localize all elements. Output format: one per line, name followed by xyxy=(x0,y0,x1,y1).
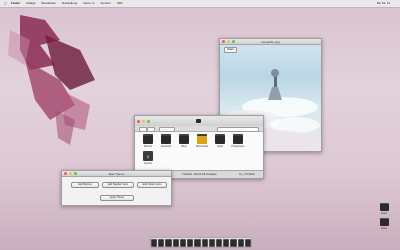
dock-app-icon[interactable] xyxy=(237,238,244,247)
dialog-title: Mac Theme xyxy=(108,171,125,176)
desktop-drive-2[interactable]: Icons xyxy=(377,218,391,230)
menu-hilfe[interactable]: Hilfe xyxy=(117,0,123,7)
wallpaper-art xyxy=(8,15,95,145)
drive-icon xyxy=(379,203,389,211)
desktop-drive-1[interactable]: Icons xyxy=(377,203,391,215)
dock-app-icon[interactable] xyxy=(165,238,172,247)
menu-ablage[interactable]: Ablage xyxy=(26,0,35,7)
folder-applications-icon xyxy=(233,134,243,144)
folder-monitor-icon xyxy=(143,134,153,144)
dock-app-icon[interactable] xyxy=(215,238,223,247)
menu-gehe-zu[interactable]: Gehe zu xyxy=(83,0,94,7)
folder-apple-icon xyxy=(215,134,225,144)
menu-darstellung[interactable]: Darstellung xyxy=(62,0,77,7)
zoom-icon[interactable] xyxy=(147,119,150,123)
dock-app-icon[interactable] xyxy=(158,238,165,247)
dock-app-icon[interactable] xyxy=(194,238,201,247)
close-icon[interactable] xyxy=(137,119,140,123)
item-label: System xyxy=(143,162,153,165)
menu-clock[interactable]: Mo 19. 11 xyxy=(377,0,390,7)
dialog-titlebar[interactable]: Mac Theme xyxy=(62,171,171,177)
item-label: Programme xyxy=(231,145,245,148)
dock-app-icon[interactable] xyxy=(187,238,194,247)
desktop-icon-label: Icons xyxy=(381,212,387,215)
dock xyxy=(150,237,252,248)
folder-network-icon xyxy=(161,134,171,144)
folder-title-icon xyxy=(196,119,201,123)
edit-folder-icons-button[interactable]: Edit Folder Icons xyxy=(137,182,167,188)
finder-item-system[interactable]: X System xyxy=(137,151,159,165)
dock-app-icon[interactable] xyxy=(208,238,215,247)
folder-system-icon: X xyxy=(143,151,153,161)
folder-movies-icon xyxy=(179,134,189,144)
dock-app-icon[interactable] xyxy=(201,238,208,247)
dock-app-icon[interactable] xyxy=(179,238,187,247)
status-right-text: sin_-3.0 Bilder xyxy=(239,173,255,176)
desktop-icon-label: Icons xyxy=(381,227,387,230)
apple-menu-icon[interactable]:  xyxy=(4,0,7,7)
dock-trash-icon[interactable] xyxy=(244,238,252,247)
dock-app-icon[interactable] xyxy=(230,238,237,247)
dock-app-icon[interactable] xyxy=(223,238,230,247)
minimize-icon[interactable] xyxy=(142,119,145,123)
menu-bar:  Finder Ablage Bearbeiten Darstellung G… xyxy=(0,0,400,8)
dock-app-finder-icon[interactable] xyxy=(150,238,158,247)
finder-item-applications[interactable]: Programme xyxy=(227,134,249,148)
folder-downloads-icon xyxy=(197,134,207,144)
image-viewer-title: screenfile.png xyxy=(261,39,280,44)
zoom-button[interactable]: Zoom xyxy=(224,47,237,53)
dock-app-icon[interactable] xyxy=(172,238,179,247)
edit-sidebar-icons-button[interactable]: Edit Sidebar Icons xyxy=(102,182,134,188)
finder-content: Monitor Netzwerk Filme Downloads Apfel P… xyxy=(135,132,263,170)
edit-buttons-button[interactable]: Edit Buttons xyxy=(71,182,99,188)
theme-dialog[interactable]: Mac Theme Edit Buttons Edit Sidebar Icon… xyxy=(61,170,172,206)
apply-theme-button[interactable]: Apply Theme xyxy=(100,195,134,201)
menu-finder[interactable]: Finder xyxy=(11,0,20,7)
drive-icon xyxy=(379,218,389,226)
menu-fenster[interactable]: Fenster xyxy=(101,0,111,7)
menu-bearbeiten[interactable]: Bearbeiten xyxy=(42,0,57,7)
